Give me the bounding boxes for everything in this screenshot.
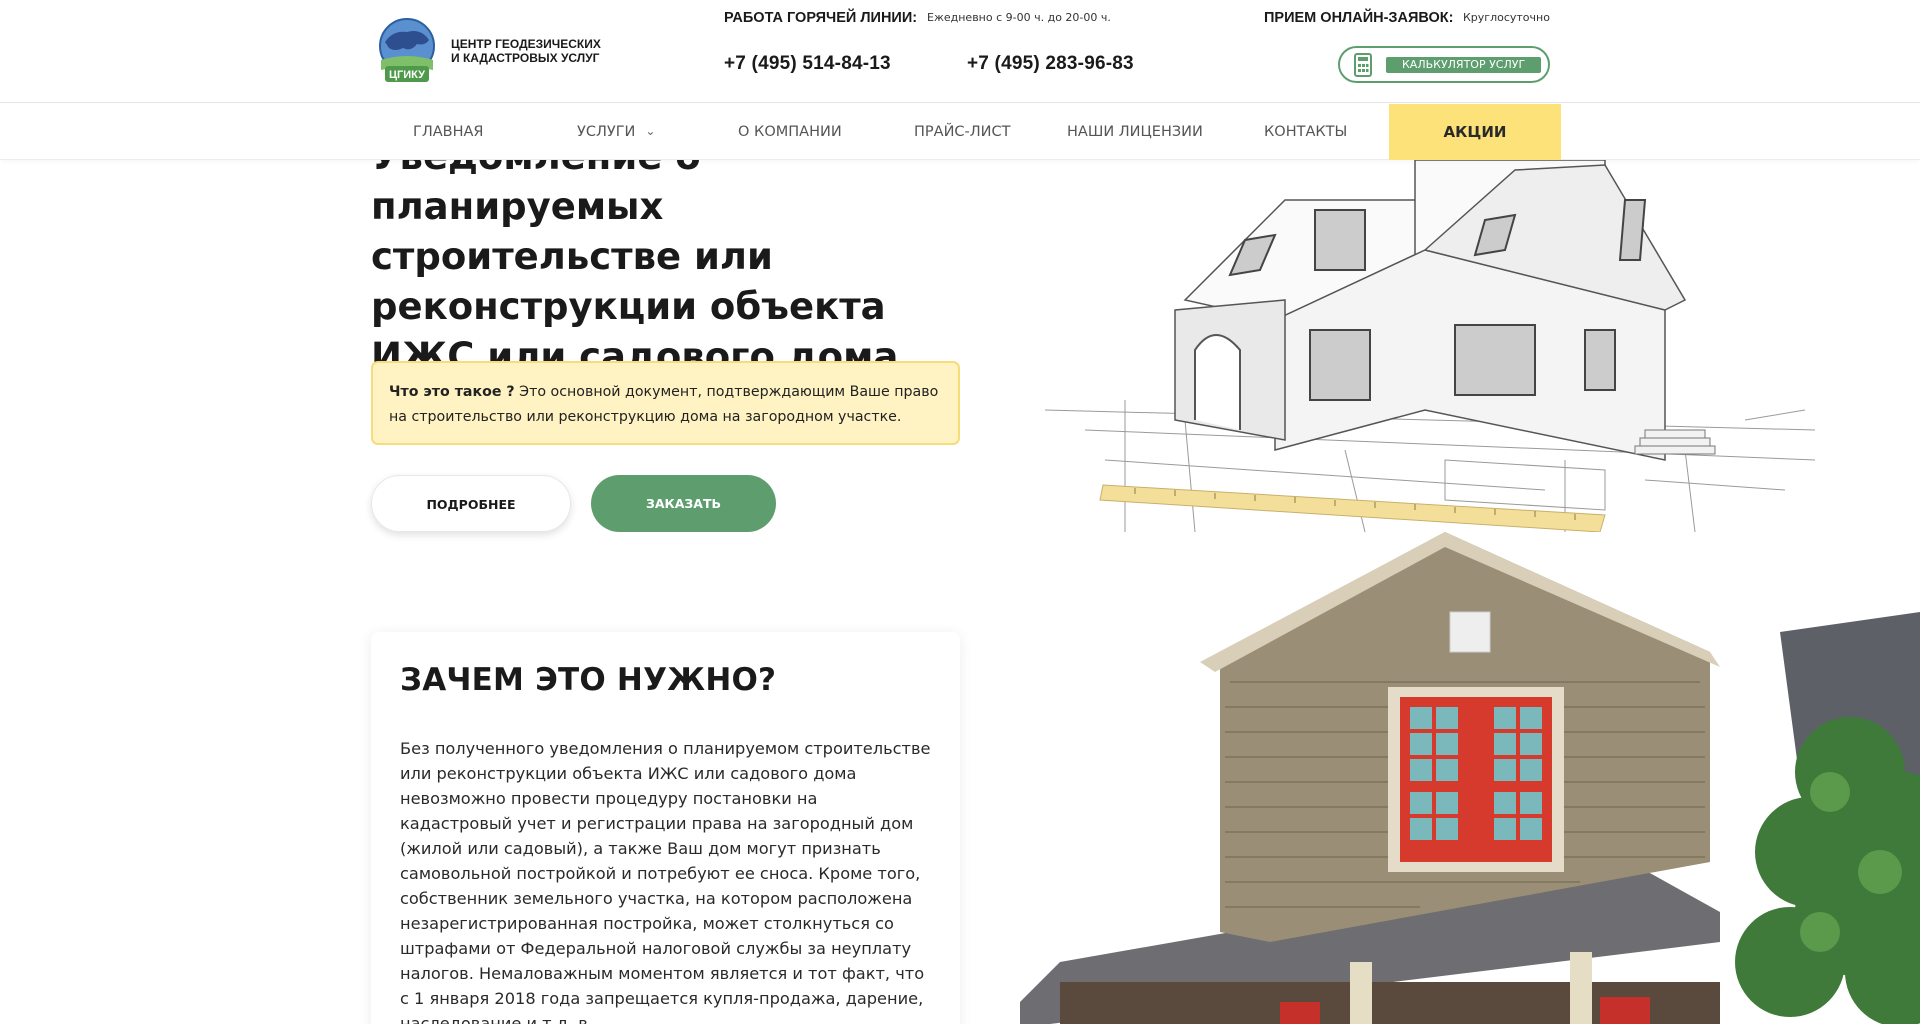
company-logo[interactable]: ЦГИКУ ЦЕНТР ГЕОДЕЗИЧЕСКИХ И КАДАСТРОВЫХ …: [373, 16, 603, 86]
main-nav: ГЛАВНАЯ УСЛУГИ ⌄ О КОМПАНИИ ПРАЙС-ЛИСТ НА…: [0, 104, 1920, 160]
globe-logo-icon: ЦГИКУ: [373, 16, 443, 86]
calculator-label: КАЛЬКУЛЯТОР УСЛУГ: [1386, 57, 1542, 73]
svg-text:ЦГИКУ: ЦГИКУ: [389, 69, 425, 81]
nav-item-price-list[interactable]: ПРАЙС-ЛИСТ: [914, 124, 1011, 140]
why-needed-title: ЗАЧЕМ ЭТО НУЖНО?: [400, 662, 777, 698]
nav-item-licenses[interactable]: НАШИ ЛИЦЕНЗИИ: [1067, 124, 1203, 140]
nav-item-about[interactable]: О КОМПАНИИ: [738, 124, 842, 140]
more-button[interactable]: ПОДРОБНЕЕ: [371, 475, 571, 532]
calculator-button[interactable]: КАЛЬКУЛЯТОР УСЛУГ: [1338, 46, 1550, 83]
info-notice-question: Что это такое ?: [389, 384, 515, 400]
house-sketch-image: [1044, 159, 1816, 533]
order-button[interactable]: ЗАКАЗАТЬ: [591, 475, 776, 532]
logo-text: ЦЕНТР ГЕОДЕЗИЧЕСКИХ И КАДАСТРОВЫХ УСЛУГ: [451, 37, 601, 65]
site-header: ЦГИКУ ЦЕНТР ГЕОДЕЗИЧЕСКИХ И КАДАСТРОВЫХ …: [0, 0, 1920, 103]
chevron-down-icon: ⌄: [645, 124, 656, 138]
page-title: Уведомление о планируемых строительстве …: [371, 135, 899, 378]
hotline-label: РАБОТА ГОРЯЧЕЙ ЛИНИИ:: [724, 10, 918, 26]
house-photo-image: [1020, 532, 1920, 1024]
online-requests-hours: Круглосуточно: [1463, 11, 1550, 24]
nav-item-promotions[interactable]: АКЦИИ: [1389, 104, 1561, 160]
nav-item-contacts[interactable]: КОНТАКТЫ: [1264, 124, 1347, 140]
nav-item-services-label: УСЛУГИ: [577, 124, 636, 140]
phone-link-1[interactable]: +7 (495) 514-84-13: [724, 53, 891, 75]
hotline-hours: Ежедневно с 9-00 ч. до 20-00 ч.: [927, 11, 1111, 24]
nav-item-home[interactable]: ГЛАВНАЯ: [413, 124, 484, 140]
why-needed-card: ЗАЧЕМ ЭТО НУЖНО? Без полученного уведомл…: [371, 632, 960, 1024]
online-requests-label: ПРИЕМ ОНЛАЙН-ЗАЯВОК:: [1264, 10, 1454, 26]
nav-item-services[interactable]: УСЛУГИ ⌄: [577, 124, 655, 140]
calculator-icon: [1354, 53, 1372, 77]
info-notice: Что это такое ? Это основной документ, п…: [371, 361, 960, 445]
why-needed-text: Без полученного уведомления о планируемо…: [400, 739, 931, 1024]
phone-link-2[interactable]: +7 (495) 283-96-83: [967, 53, 1134, 75]
